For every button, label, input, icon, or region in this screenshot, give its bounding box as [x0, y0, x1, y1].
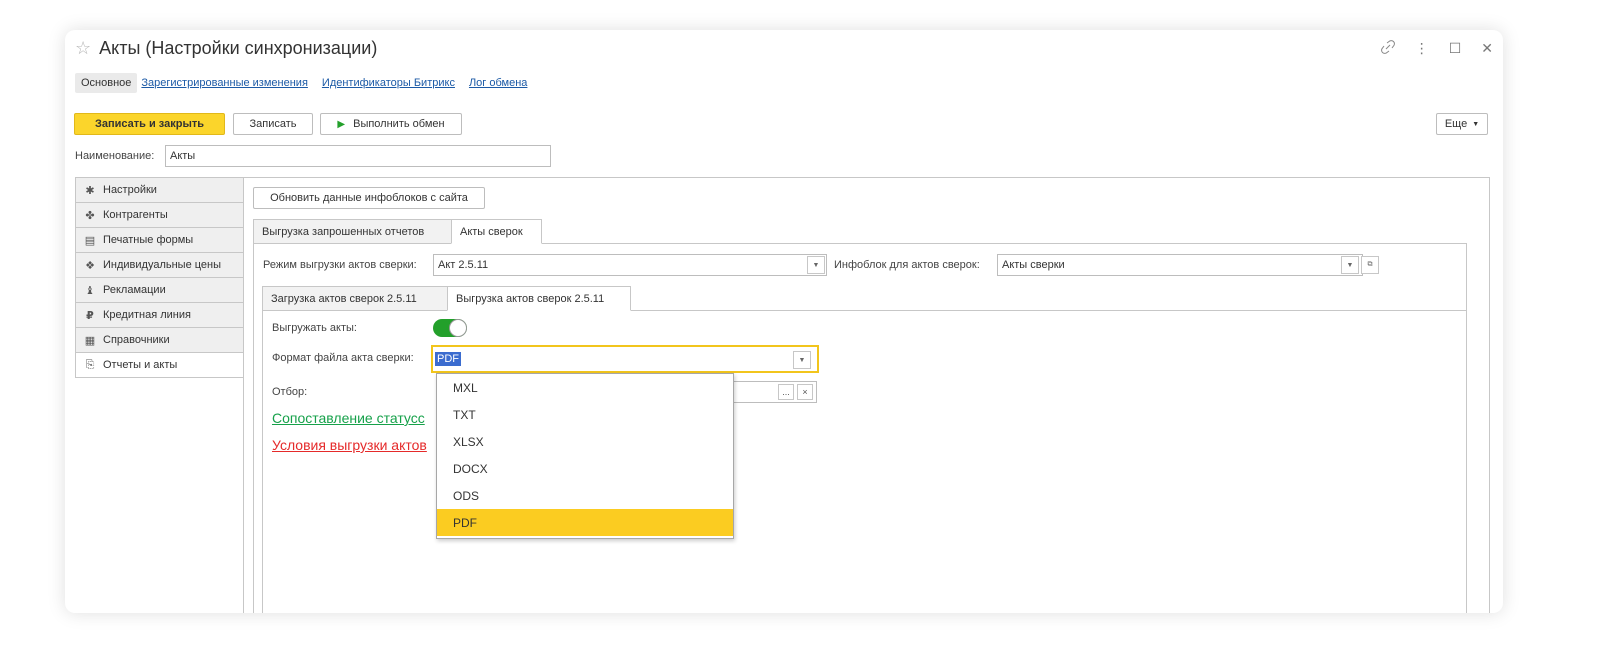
- tab-bitrix-ids[interactable]: Идентификаторы Битрикс: [322, 77, 455, 89]
- tab-export-acts[interactable]: Выгрузка актов сверок 2.5.11: [447, 286, 631, 311]
- format-select[interactable]: PDF ▼: [431, 345, 819, 373]
- tab-registered-changes[interactable]: Зарегистрированные изменения: [141, 77, 308, 89]
- dropdown-option-pdf[interactable]: PDF: [437, 509, 733, 536]
- format-label: Формат файла акта сверки:: [272, 352, 414, 364]
- inner-tab-box-left: [262, 310, 263, 613]
- dropdown-option-txt[interactable]: TXT: [437, 401, 733, 428]
- run-exchange-button[interactable]: ▶ Выполнить обмен: [320, 113, 462, 135]
- filter-input[interactable]: ... ×: [734, 381, 817, 403]
- content-top-border: [243, 177, 1490, 178]
- sidebar-item-settings[interactable]: ✱ Настройки: [75, 177, 244, 202]
- inner-tab-box-top: [262, 310, 1467, 311]
- sidebar-divider: [75, 377, 244, 378]
- more-vertical-icon[interactable]: ⋮: [1415, 40, 1429, 57]
- outer-tab-box-right: [1466, 243, 1467, 613]
- tab-reconciliation-acts[interactable]: Акты сверок: [451, 219, 542, 244]
- star-icon[interactable]: ☆: [75, 38, 91, 59]
- content-right-border: [1489, 177, 1490, 613]
- tab-exchange-log[interactable]: Лог обмена: [469, 77, 527, 89]
- infoblock-dropdown-arrow-icon[interactable]: ▼: [1341, 256, 1359, 274]
- sidebar-item-print-forms[interactable]: ▤ Печатные формы: [75, 227, 244, 252]
- sidebar-item-credit-line[interactable]: ₽ Кредитная линия: [75, 302, 244, 327]
- handshake-icon: ❖: [85, 259, 95, 272]
- maximize-icon[interactable]: ☐: [1449, 40, 1462, 57]
- export-conditions-link[interactable]: Условия выгрузки актов: [272, 437, 427, 453]
- open-icon[interactable]: ⧉: [1361, 256, 1379, 274]
- dropdown-option-ods[interactable]: ODS: [437, 482, 733, 509]
- infoblock-label: Инфоблок для актов сверок:: [834, 259, 980, 271]
- ruble-icon: ₽: [86, 309, 94, 322]
- infoblock-select[interactable]: Акты сверки: [997, 254, 1363, 276]
- chevron-down-icon: ▼: [1472, 120, 1480, 128]
- content-left-border: [243, 177, 244, 613]
- more-button[interactable]: Еще ▼: [1436, 113, 1488, 135]
- name-label: Наименование:: [75, 150, 155, 162]
- more-icon[interactable]: ...: [778, 384, 794, 400]
- filter-label: Отбор:: [272, 386, 308, 398]
- settings-window: ☆ Акты (Настройки синхронизации) ⋮ ☐ ✕ О…: [65, 30, 1503, 613]
- save-and-close-button[interactable]: Записать и закрыть: [74, 113, 225, 135]
- dropdown-option-xlsx[interactable]: XLSX: [437, 428, 733, 455]
- play-icon: ▶: [337, 118, 346, 130]
- outer-tab-box-left: [253, 243, 254, 613]
- export-acts-label: Выгружать акты:: [272, 322, 357, 334]
- form-nav: Основное Зарегистрированные изменения Ид…: [75, 72, 541, 94]
- complaint-icon: ♝: [85, 284, 95, 297]
- save-button[interactable]: Записать: [233, 113, 313, 135]
- export-acts-toggle[interactable]: [433, 319, 467, 337]
- mode-dropdown-arrow-icon[interactable]: ▼: [807, 256, 825, 274]
- table-icon: ▦: [84, 334, 96, 347]
- format-selected-value: PDF: [435, 352, 461, 366]
- status-mapping-link[interactable]: Сопоставление статусс: [272, 410, 425, 426]
- tab-requested-reports[interactable]: Выгрузка запрошенных отчетов: [253, 219, 452, 244]
- sidebar-item-complaints[interactable]: ♝ Рекламации: [75, 277, 244, 302]
- window-controls: ⋮ ☐ ✕: [1380, 40, 1493, 57]
- mode-label: Режим выгрузки актов сверки:: [263, 259, 417, 271]
- sidebar-item-reports-acts[interactable]: ⎘ Отчеты и акты: [75, 352, 244, 377]
- window-title-bar: ☆ Акты (Настройки синхронизации): [75, 38, 377, 59]
- tab-main[interactable]: Основное: [75, 73, 138, 93]
- format-dropdown-list: MXL TXT XLSX DOCX ODS PDF: [436, 373, 734, 539]
- gear-icon: ✱: [85, 184, 95, 197]
- toggle-knob: [449, 319, 467, 337]
- name-input[interactable]: Акты: [165, 145, 551, 167]
- sidebar: ✱ Настройки ✤ Контрагенты ▤ Печатные фор…: [75, 177, 244, 377]
- link-icon[interactable]: [1380, 40, 1395, 57]
- sidebar-item-reference-books[interactable]: ▦ Справочники: [75, 327, 244, 352]
- sidebar-item-individual-prices[interactable]: ❖ Индивидуальные цены: [75, 252, 244, 277]
- users-icon: ✤: [85, 209, 95, 222]
- clear-icon[interactable]: ×: [797, 384, 813, 400]
- dropdown-option-docx[interactable]: DOCX: [437, 455, 733, 482]
- close-icon[interactable]: ✕: [1481, 40, 1493, 57]
- tab-import-acts[interactable]: Загрузка актов сверок 2.5.11: [262, 286, 448, 311]
- document-icon: ▤: [84, 234, 96, 247]
- chevron-down-icon[interactable]: ▼: [793, 351, 811, 369]
- dropdown-option-mxl[interactable]: MXL: [437, 374, 733, 401]
- outer-tab-box-top: [253, 243, 1467, 244]
- page-title: Акты (Настройки синхронизации): [99, 38, 378, 58]
- update-infoblocks-button[interactable]: Обновить данные инфоблоков с сайта: [253, 187, 485, 209]
- mode-select[interactable]: Акт 2.5.11: [433, 254, 827, 276]
- sidebar-item-counterparties[interactable]: ✤ Контрагенты: [75, 202, 244, 227]
- clipboard-icon: ⎘: [85, 358, 95, 371]
